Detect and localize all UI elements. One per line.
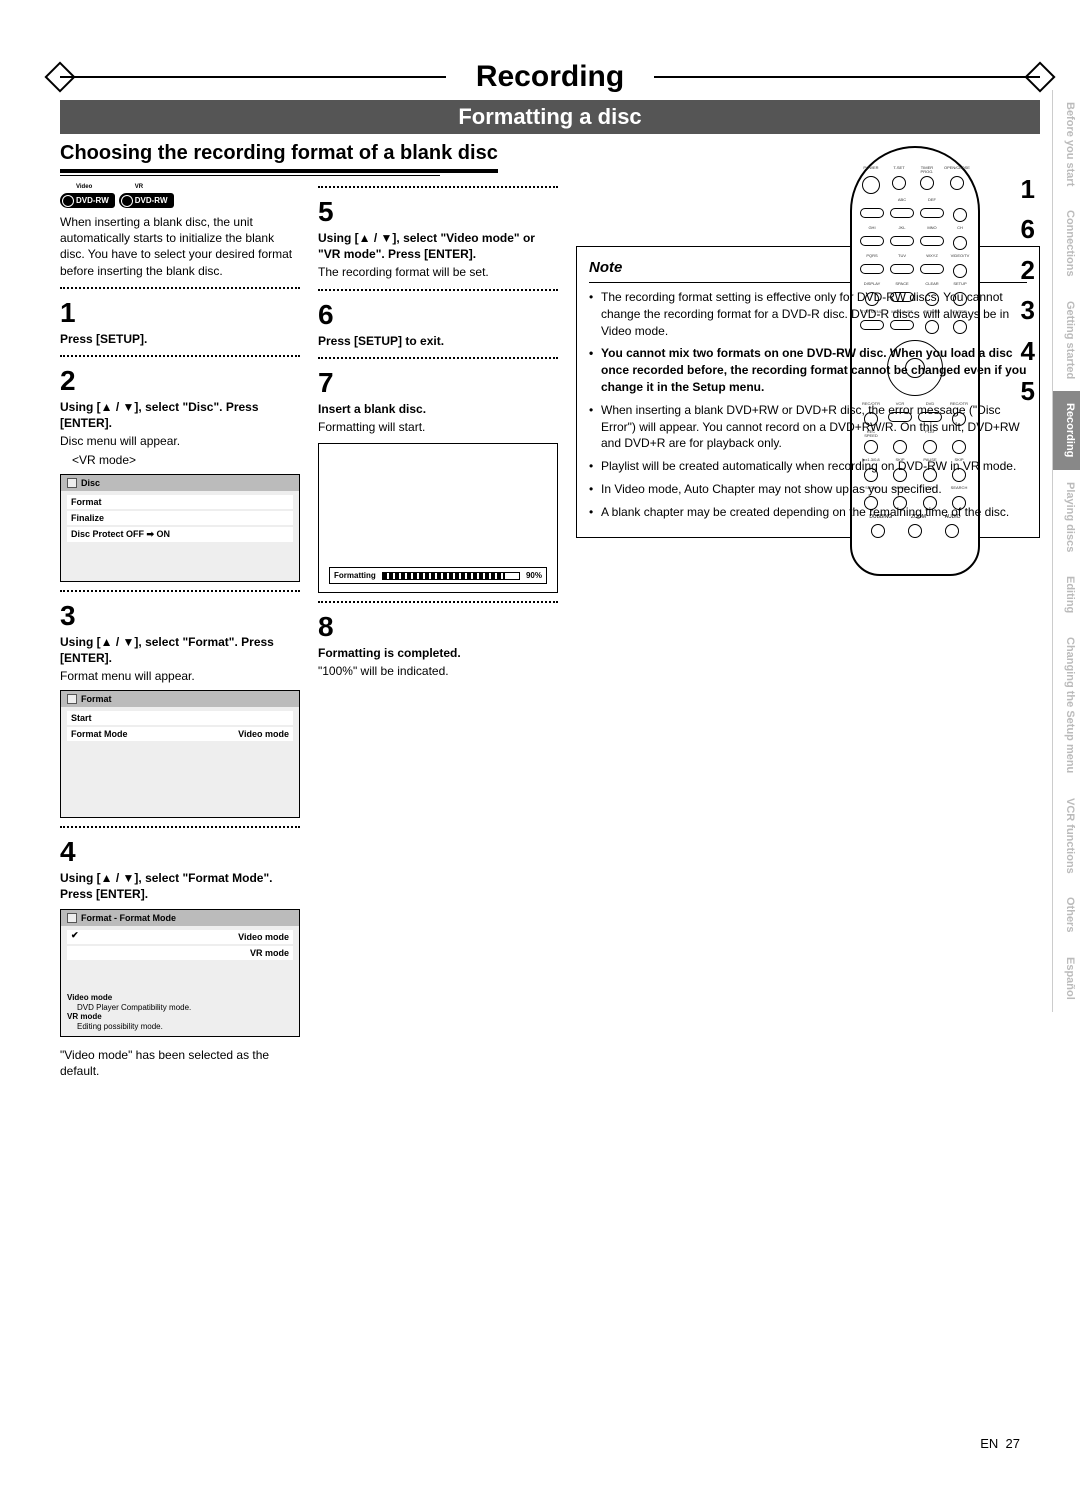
- tab-getting-started[interactable]: Getting started: [1052, 289, 1080, 391]
- note-item-2: You cannot mix two formats on one DVD-RW…: [589, 345, 1027, 395]
- lbl-open: OPEN/CLOSE: [944, 166, 970, 172]
- badge-sub-2: VR: [135, 184, 143, 190]
- osd-desc: Video mode DVD Player Compatibility mode…: [67, 993, 293, 1031]
- step-7-head: Insert a blank disc.: [318, 401, 558, 417]
- step-3-num: 3: [60, 600, 300, 632]
- step-2-head: Using [▲ / ▼], select "Disc". Press [ENT…: [60, 399, 300, 431]
- note-item-1: The recording format setting is effectiv…: [589, 289, 1027, 339]
- osd-disc-title: Disc: [81, 478, 100, 488]
- osd-row-format-mode: Format ModeVideo mode: [67, 727, 293, 741]
- timer-button[interactable]: [920, 176, 934, 190]
- tab-connections[interactable]: Connections: [1052, 198, 1080, 289]
- side-tabs: Before you start Connections Getting sta…: [1052, 90, 1080, 1012]
- num-1-button[interactable]: [860, 208, 884, 218]
- badge-dvdrw-vr: DVD-RW: [119, 193, 174, 208]
- chapter-header: Recording: [60, 60, 1040, 94]
- num-4-button[interactable]: [860, 236, 884, 246]
- step-2-body: Disc menu will appear.: [60, 433, 300, 449]
- osd-disc-menu: Disc Format Finalize Disc Protect OFF ➡ …: [60, 474, 300, 582]
- rec-ind-button[interactable]: [953, 208, 967, 222]
- page-subtitle: Formatting a disc: [60, 100, 1040, 134]
- zoom-button[interactable]: [908, 524, 922, 538]
- step-7-body: Formatting will start.: [318, 419, 558, 435]
- dubbing-button[interactable]: [871, 524, 885, 538]
- step-8-head: Formatting is completed.: [318, 645, 558, 661]
- lbl-timer: TIMER PROG.: [916, 166, 938, 172]
- num-8-button[interactable]: [890, 264, 914, 274]
- tab-before-you-start[interactable]: Before you start: [1052, 90, 1080, 198]
- ch-up-button[interactable]: [953, 236, 967, 250]
- ch-dn-button[interactable]: [953, 264, 967, 278]
- osd-formatmode-title: Format - Format Mode: [81, 913, 176, 923]
- tab-changing-setup[interactable]: Changing the Setup menu: [1052, 625, 1080, 785]
- intro-text: When inserting a blank disc, the unit au…: [60, 214, 300, 279]
- disc-icon: [67, 478, 77, 488]
- osd-formatting-screen: Formatting 90%: [318, 443, 558, 593]
- num-9-button[interactable]: [920, 264, 944, 274]
- step-8-num: 8: [318, 611, 558, 643]
- num-6-button[interactable]: [920, 236, 944, 246]
- osd-format-mode-menu: Format - Format Mode Video mode VR mode …: [60, 909, 300, 1037]
- step-5-body: The recording format will be set.: [318, 264, 558, 280]
- page-number: EN 27: [980, 1436, 1020, 1451]
- column-3: POWER T-SET TIMER PROG. OPEN/CLOSE ABCDE…: [576, 186, 1040, 1079]
- open-button[interactable]: [950, 176, 964, 190]
- step-4-num: 4: [60, 836, 300, 868]
- section-title: Choosing the recording format of a blank…: [60, 142, 498, 165]
- progress-bar: [382, 572, 520, 580]
- num-7-button[interactable]: [860, 264, 884, 274]
- osd-row-protect: Disc Protect OFF ➡ ON: [67, 527, 293, 542]
- tab-vcr-functions[interactable]: VCR functions: [1052, 786, 1080, 886]
- lbl-power: POWER: [863, 166, 878, 172]
- note-item-3: When inserting a blank DVD+RW or DVD+R d…: [589, 402, 1027, 452]
- osd-row-format: Format: [67, 495, 293, 509]
- note-item-6: A blank chapter may be created depending…: [589, 504, 1027, 521]
- column-2: 5 Using [▲ / ▼], select "Video mode" or …: [318, 186, 558, 1079]
- step-5-num: 5: [318, 196, 558, 228]
- num-3-button[interactable]: [920, 208, 944, 218]
- step-2-sub: <VR mode>: [60, 452, 300, 468]
- num-5-button[interactable]: [890, 236, 914, 246]
- note-box: Note The recording format setting is eff…: [576, 246, 1040, 538]
- osd-format-title: Format: [81, 694, 112, 704]
- badge-sub-1: Video: [76, 184, 92, 190]
- tab-playing-discs[interactable]: Playing discs: [1052, 470, 1080, 564]
- step-2-num: 2: [60, 365, 300, 397]
- tset-button[interactable]: [892, 176, 906, 190]
- step-6-num: 6: [318, 299, 558, 331]
- formatting-label: Formatting: [334, 571, 376, 580]
- step-3-body: Format menu will appear.: [60, 668, 300, 684]
- osd-row-finalize: Finalize: [67, 511, 293, 525]
- osd-row-video-mode: Video mode: [67, 930, 293, 944]
- osd-row-start: Start: [67, 711, 293, 725]
- osd-format-menu: Format Start Format ModeVideo mode: [60, 690, 300, 818]
- step-7-num: 7: [318, 367, 558, 399]
- lbl-tset: T-SET: [893, 166, 904, 172]
- step-4-head: Using [▲ / ▼], select "Format Mode". Pre…: [60, 870, 300, 902]
- badge-dvdrw-video: DVD-RW: [60, 193, 115, 208]
- step-6-head: Press [SETUP] to exit.: [318, 333, 558, 349]
- tab-espanol[interactable]: Español: [1052, 945, 1080, 1012]
- audio-button[interactable]: [945, 524, 959, 538]
- step-5-head: Using [▲ / ▼], select "Video mode" or "V…: [318, 230, 558, 262]
- chapter-title: Recording: [446, 60, 654, 94]
- column-1: Video DVD-RW VR DVD-RW When inserting a …: [60, 186, 300, 1079]
- tab-recording[interactable]: Recording: [1052, 391, 1080, 469]
- power-button[interactable]: [862, 176, 880, 194]
- disc-icon: [67, 913, 77, 923]
- step-4-tail: "Video mode" has been selected as the de…: [60, 1047, 300, 1079]
- disc-icon: [67, 694, 77, 704]
- step-1-head: Press [SETUP].: [60, 331, 300, 347]
- check-icon: [71, 932, 79, 940]
- step-3-head: Using [▲ / ▼], select "Format". Press [E…: [60, 634, 300, 666]
- note-item-5: In Video mode, Auto Chapter may not show…: [589, 481, 1027, 498]
- step-1-num: 1: [60, 297, 300, 329]
- osd-row-vr-mode: VR mode: [67, 946, 293, 960]
- tab-editing[interactable]: Editing: [1052, 564, 1080, 625]
- note-item-4: Playlist will be created automatically w…: [589, 458, 1027, 475]
- tab-others[interactable]: Others: [1052, 885, 1080, 944]
- num-2-button[interactable]: [890, 208, 914, 218]
- formatting-pct: 90%: [526, 571, 542, 580]
- step-8-body: "100%" will be indicated.: [318, 663, 558, 679]
